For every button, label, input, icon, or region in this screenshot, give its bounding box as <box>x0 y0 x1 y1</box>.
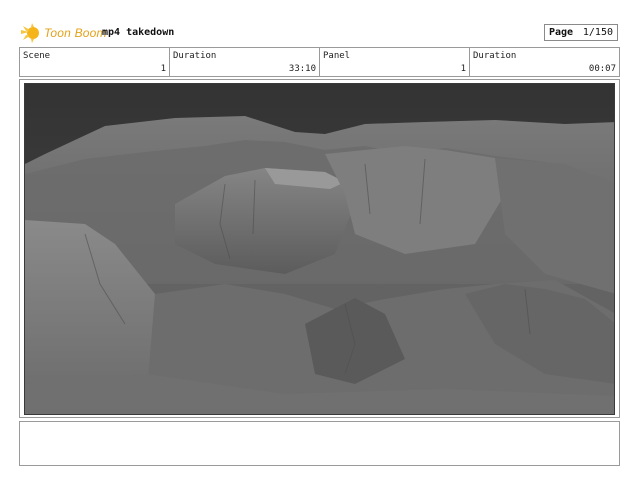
logo-text: Toon Boom <box>44 26 107 40</box>
page-indicator: Page 1/150 <box>544 24 618 41</box>
toon-boom-logo: Toon Boom <box>20 22 107 44</box>
page-label: Page <box>549 27 574 38</box>
panel-cell: Panel 1 <box>320 48 470 76</box>
storyboard-panel-image[interactable] <box>24 83 615 415</box>
panel-duration-label: Duration <box>473 51 517 61</box>
scene-duration-cell: Duration 33:10 <box>170 48 320 76</box>
panel-notes-area[interactable] <box>19 421 620 466</box>
document-title: mp4 takedown <box>102 27 175 38</box>
scene-duration-label: Duration <box>173 51 217 61</box>
page-number: 1/150 <box>582 27 613 38</box>
scene-label: Scene <box>23 51 51 61</box>
scene-duration-value: 33:10 <box>288 64 316 74</box>
panel-duration-value: 00:07 <box>588 64 616 74</box>
panel-duration-cell: Duration 00:07 <box>470 48 619 76</box>
scene-value: 1 <box>160 64 166 74</box>
canyon-terrain-image <box>25 84 614 414</box>
scene-cell: Scene 1 <box>20 48 170 76</box>
panel-value: 1 <box>460 64 466 74</box>
info-row: Scene 1 Duration 33:10 Panel 1 Duration … <box>19 47 620 77</box>
panel-label: Panel <box>323 51 351 61</box>
logo-sun-icon <box>21 23 39 43</box>
